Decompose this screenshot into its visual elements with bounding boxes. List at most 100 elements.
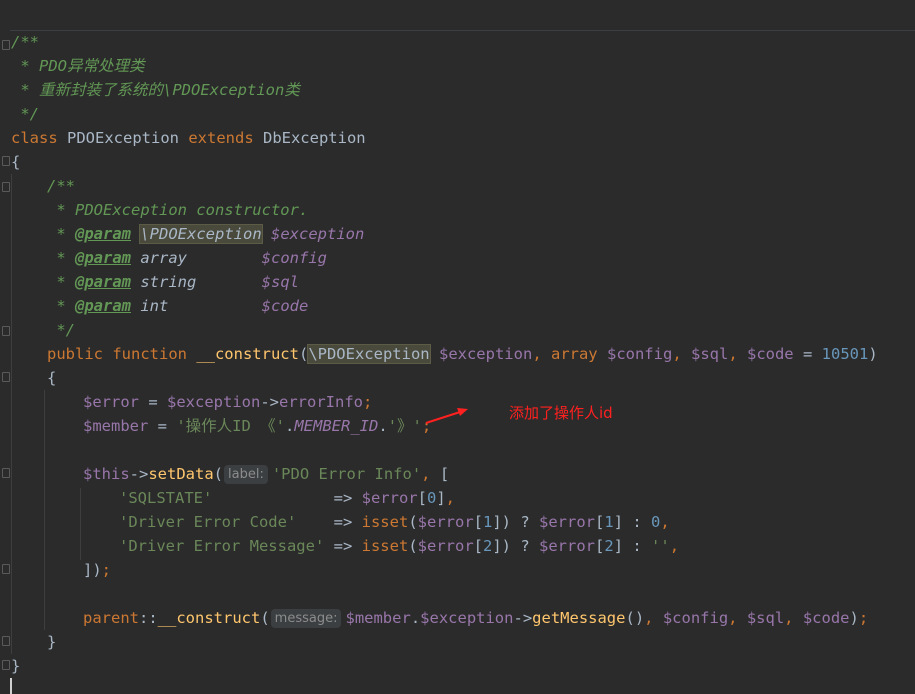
code-token: $member bbox=[83, 417, 149, 435]
code-line-arr-close[interactable]: ]); bbox=[83, 558, 111, 582]
code-token: $exception bbox=[271, 225, 365, 243]
code-token: -> bbox=[260, 393, 279, 411]
code-token: 10501 bbox=[821, 345, 869, 363]
code-line-class-close[interactable]: } bbox=[11, 654, 20, 678]
code-token: 'SQLSTATE' bbox=[119, 489, 213, 507]
code-token: -> bbox=[129, 465, 149, 483]
code-line-class-decl[interactable]: class PDOException extends DbException bbox=[11, 126, 366, 150]
code-line-mdoc-p4[interactable]: * @param int $code bbox=[47, 294, 308, 318]
code-line-arr-1[interactable]: 'SQLSTATE' => $error[0], bbox=[119, 486, 455, 510]
code-token: parent bbox=[83, 609, 139, 627]
code-token: $sql bbox=[261, 273, 299, 291]
code-token: => bbox=[296, 513, 362, 531]
code-token: { bbox=[47, 369, 57, 387]
code-token: . bbox=[378, 417, 388, 435]
code-token: 1 bbox=[604, 513, 614, 531]
code-token: , bbox=[445, 489, 456, 507]
code-token: $member bbox=[345, 609, 411, 627]
code-token: $error bbox=[83, 393, 139, 411]
code-token: $error bbox=[417, 537, 474, 555]
code-token: [ bbox=[417, 489, 427, 507]
code-line-doc-open[interactable]: /** bbox=[11, 30, 39, 54]
parameter-hint: label: bbox=[224, 465, 268, 484]
code-token: __construct bbox=[157, 609, 261, 627]
code-token: 2 bbox=[604, 537, 614, 555]
code-line-arr-2[interactable]: 'Driver Error Code' => isset($error[1]) … bbox=[119, 510, 670, 534]
code-token: errorInfo bbox=[279, 393, 363, 411]
fold-marker-icon[interactable] bbox=[2, 40, 10, 50]
code-token: $error bbox=[539, 537, 596, 555]
code-token: $config bbox=[662, 609, 729, 627]
code-token: @param bbox=[75, 225, 131, 243]
code-token: public function bbox=[47, 345, 197, 363]
code-token: } bbox=[11, 657, 21, 675]
fold-marker-icon[interactable] bbox=[2, 156, 10, 166]
code-token: @param bbox=[75, 273, 131, 291]
code-token: ]) ? bbox=[492, 513, 540, 531]
code-line-brace-open[interactable]: { bbox=[11, 150, 20, 174]
code-token: $exception bbox=[420, 609, 514, 627]
code-token: } bbox=[47, 633, 57, 651]
code-token: . bbox=[410, 609, 421, 627]
code-line-stmt-setdata[interactable]: $this->setData(label: 'PDO Error Info', [ bbox=[83, 462, 449, 486]
code-line-mdoc-p2[interactable]: * @param array $config bbox=[47, 246, 327, 270]
code-line-mdoc-open[interactable]: /** bbox=[47, 174, 75, 198]
code-line-fn-brace[interactable]: { bbox=[47, 366, 56, 390]
code-token: * bbox=[47, 297, 75, 315]
fold-marker-icon[interactable] bbox=[2, 564, 10, 574]
code-token: ) bbox=[868, 345, 878, 363]
code-token: isset bbox=[361, 537, 409, 555]
code-token: [ bbox=[595, 513, 605, 531]
code-token: * bbox=[47, 225, 75, 243]
code-token: 'Driver Error Message' bbox=[119, 537, 325, 555]
code-token: @param bbox=[75, 297, 131, 315]
code-token: ( bbox=[408, 513, 418, 531]
fold-marker-icon[interactable] bbox=[2, 182, 10, 192]
code-token: PDOException bbox=[67, 129, 189, 147]
code-token: * PDO异常处理类 bbox=[11, 57, 145, 75]
code-token: array bbox=[140, 249, 262, 267]
code-token: \PDOException bbox=[307, 344, 431, 364]
code-line-mdoc-p1[interactable]: * @param \PDOException $exception bbox=[47, 222, 364, 246]
code-token: :: bbox=[139, 609, 158, 627]
code-token: * PDOException constructor. bbox=[47, 201, 309, 219]
code-token: 'Driver Error Code' bbox=[119, 513, 297, 531]
code-token: * bbox=[47, 249, 75, 267]
fold-marker-icon[interactable] bbox=[2, 372, 10, 382]
code-token: -> bbox=[513, 609, 533, 627]
annotation-text: 添加了操作人id bbox=[509, 404, 613, 422]
code-token: $sql bbox=[690, 345, 729, 363]
code-line-mdoc-1[interactable]: * PDOException constructor. bbox=[47, 198, 308, 222]
fold-marker-icon[interactable] bbox=[2, 468, 10, 478]
code-line-doc-close[interactable]: */ bbox=[11, 102, 39, 126]
code-line-stmt-member[interactable]: $member = '操作人ID 《'.MEMBER_ID.'》'; bbox=[83, 414, 431, 438]
code-token: */ bbox=[47, 321, 75, 339]
fold-marker-icon[interactable] bbox=[2, 660, 10, 670]
code-token: 0 bbox=[651, 513, 661, 531]
code-token: * bbox=[47, 273, 75, 291]
editor-gutter[interactable] bbox=[0, 0, 10, 694]
code-line-doc-1[interactable]: * PDO异常处理类 bbox=[11, 54, 145, 78]
code-line-stmt-error[interactable]: $error = $exception->errorInfo; bbox=[83, 390, 372, 414]
code-token: ) bbox=[849, 609, 859, 627]
fold-marker-icon[interactable] bbox=[2, 326, 10, 336]
code-line-doc-2[interactable]: * 重新封装了系统的\PDOException类 bbox=[11, 78, 299, 102]
code-line-mdoc-p3[interactable]: * @param string $sql bbox=[47, 270, 299, 294]
code-line-stmt-parent[interactable]: parent::__construct(message: $member.$exc… bbox=[83, 606, 868, 630]
red-arrow-icon bbox=[425, 408, 468, 424]
code-token: */ bbox=[11, 105, 39, 123]
fold-marker-icon[interactable] bbox=[2, 636, 10, 646]
code-token: '》' bbox=[387, 417, 422, 435]
code-line-top[interactable] bbox=[11, 0, 30, 12]
indent-guide bbox=[44, 390, 45, 630]
code-token: ( bbox=[260, 609, 270, 627]
code-token: ] bbox=[436, 489, 446, 507]
code-token: [ bbox=[595, 537, 605, 555]
code-line-fn-close[interactable]: } bbox=[47, 630, 56, 654]
code-line-mdoc-close[interactable]: */ bbox=[47, 318, 75, 342]
code-line-arr-3[interactable]: 'Driver Error Message' => isset($error[2… bbox=[119, 534, 679, 558]
code-line-fn-decl[interactable]: public function __construct(\PDOExceptio… bbox=[47, 342, 878, 366]
code-token: => bbox=[324, 537, 362, 555]
code-token: \PDOException bbox=[139, 224, 263, 244]
